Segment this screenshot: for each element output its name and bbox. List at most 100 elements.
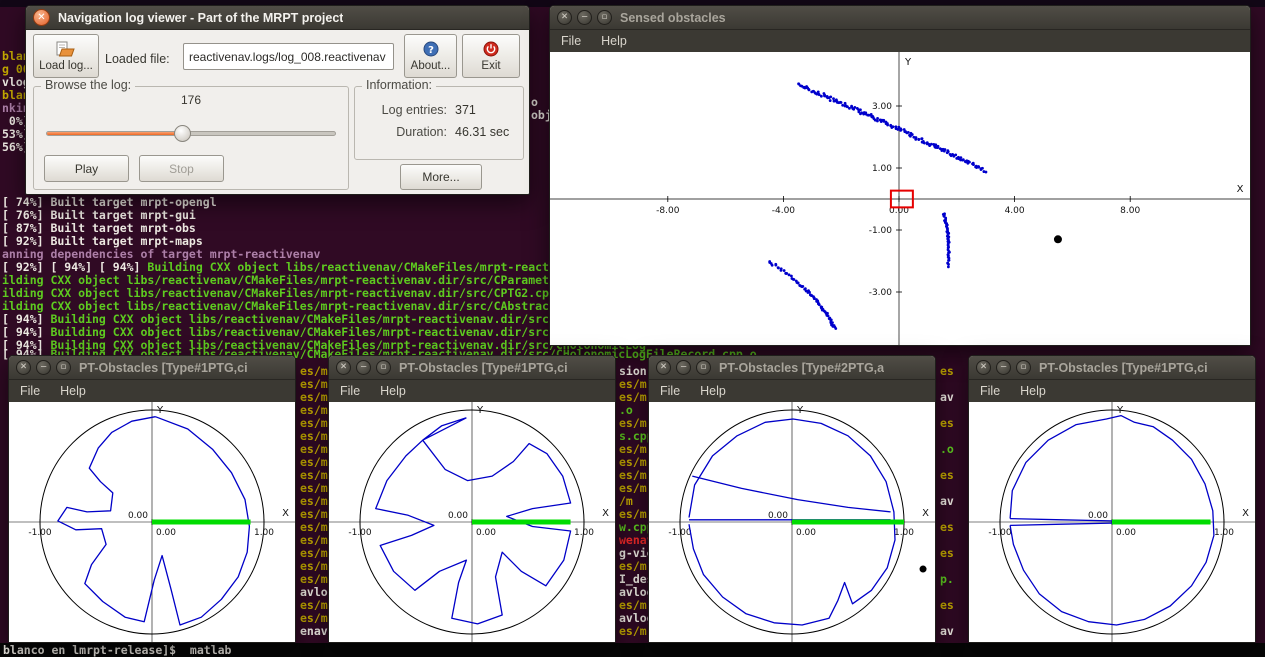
svg-text:Y: Y [156, 405, 164, 416]
svg-text:1.00: 1.00 [254, 528, 274, 538]
svg-text:?: ? [428, 45, 434, 56]
pt3-window-title: PT-Obstacles [Type#2PTG,a [719, 361, 884, 375]
menu-file[interactable]: File [561, 34, 581, 48]
nav-window-title: Navigation log viewer - Part of the MRPT… [58, 11, 343, 25]
svg-text:-8.00: -8.00 [656, 206, 680, 216]
browse-log-group: Browse the log: 176 Play Stop [33, 86, 349, 190]
pt3-menubar: File Help [649, 380, 935, 402]
pt-obstacles-window-1: ✕ − ▫ PT-Obstacles [Type#1PTG,ci File He… [8, 355, 296, 643]
maximize-icon[interactable]: ▫ [696, 360, 711, 375]
minimize-icon[interactable]: − [36, 360, 51, 375]
menu-help[interactable]: Help [60, 384, 86, 398]
pt1-window-title: PT-Obstacles [Type#1PTG,ci [79, 361, 248, 375]
information-group-label: Information: [362, 78, 436, 92]
more-button[interactable]: More... [400, 164, 482, 190]
pt4-menubar: File Help [969, 380, 1255, 402]
sensed-plot-canvas[interactable]: -8.00-4.000.004.008.003.001.00-1.00-3.00… [550, 52, 1250, 345]
close-icon[interactable]: ✕ [16, 360, 31, 375]
play-button[interactable]: Play [44, 155, 129, 182]
pt-obstacles-window-2: ✕ − ▫ PT-Obstacles [Type#1PTG,ci File He… [328, 355, 616, 643]
svg-text:4.00: 4.00 [1005, 206, 1025, 216]
svg-text:1.00: 1.00 [1214, 528, 1234, 538]
svg-text:8.00: 8.00 [1120, 206, 1140, 216]
menu-file[interactable]: File [660, 384, 680, 398]
svg-text:X: X [922, 508, 929, 519]
svg-text:X: X [282, 508, 289, 519]
minimize-icon[interactable]: − [676, 360, 691, 375]
svg-text:1.00: 1.00 [872, 164, 892, 174]
pt1-menubar: File Help [9, 380, 295, 402]
loaded-file-input[interactable] [183, 43, 394, 70]
information-group: Information: Log entries: 371 Duration: … [354, 86, 524, 160]
stop-button[interactable]: Stop [139, 155, 224, 182]
menu-help[interactable]: Help [700, 384, 726, 398]
pt1-titlebar[interactable]: ✕ − ▫ PT-Obstacles [Type#1PTG,ci [9, 356, 295, 380]
pt-obstacles-window-3: ✕ − ▫ PT-Obstacles [Type#2PTG,a File Hel… [648, 355, 936, 643]
sensed-window-title: Sensed obstacles [620, 11, 726, 25]
pt2-titlebar[interactable]: ✕ − ▫ PT-Obstacles [Type#1PTG,ci [329, 356, 615, 380]
close-icon[interactable]: ✕ [976, 360, 991, 375]
pt4-window-title: PT-Obstacles [Type#1PTG,ci [1039, 361, 1208, 375]
log-entries-label: Log entries: [361, 103, 447, 117]
load-log-label: Load log... [39, 60, 93, 72]
nav-titlebar[interactable]: ✕ Navigation log viewer - Part of the MR… [26, 6, 529, 30]
close-icon[interactable]: ✕ [557, 10, 572, 25]
sensed-obstacles-window: ✕ − ▫ Sensed obstacles File Help -8.00-4… [549, 5, 1251, 346]
close-icon[interactable]: ✕ [336, 360, 351, 375]
menu-help[interactable]: Help [601, 34, 627, 48]
svg-text:1.00: 1.00 [574, 528, 594, 538]
minimize-icon[interactable]: − [577, 10, 592, 25]
sensed-menubar: File Help [550, 30, 1250, 52]
more-label: More... [422, 170, 459, 184]
pt1-plot-canvas[interactable]: -1.000.001.000.00XY [9, 402, 295, 642]
pt4-titlebar[interactable]: ✕ − ▫ PT-Obstacles [Type#1PTG,ci [969, 356, 1255, 380]
log-slider-handle[interactable] [174, 125, 191, 142]
pt3-plot-canvas[interactable]: -1.000.001.000.00XY [649, 402, 935, 642]
maximize-icon[interactable]: ▫ [376, 360, 391, 375]
svg-text:-1.00: -1.00 [348, 528, 372, 538]
close-icon[interactable]: ✕ [656, 360, 671, 375]
menu-file[interactable]: File [980, 384, 1000, 398]
pt4-plot-canvas[interactable]: -1.000.001.000.00XY [969, 402, 1255, 642]
pt3-titlebar[interactable]: ✕ − ▫ PT-Obstacles [Type#2PTG,a [649, 356, 935, 380]
duration-label: Duration: [361, 125, 447, 139]
svg-text:-1.00: -1.00 [28, 528, 52, 538]
pt-obstacles-window-4: ✕ − ▫ PT-Obstacles [Type#1PTG,ci File He… [968, 355, 1256, 643]
menu-file[interactable]: File [20, 384, 40, 398]
maximize-icon[interactable]: ▫ [56, 360, 71, 375]
minimize-icon[interactable]: − [996, 360, 1011, 375]
svg-text:Y: Y [1116, 405, 1124, 416]
pt2-plot-canvas[interactable]: -1.000.001.000.00XY [329, 402, 615, 642]
svg-text:Y: Y [796, 405, 804, 416]
exit-button[interactable]: Exit [462, 34, 520, 78]
help-icon: ? [423, 41, 439, 57]
menu-help[interactable]: Help [1020, 384, 1046, 398]
loaded-file-label: Loaded file: [105, 52, 170, 66]
about-button[interactable]: ? About... [404, 34, 457, 78]
sensed-titlebar[interactable]: ✕ − ▫ Sensed obstacles [550, 6, 1250, 30]
svg-text:0.00: 0.00 [476, 528, 496, 538]
stop-label: Stop [169, 162, 194, 176]
load-log-button[interactable]: Load log... [33, 34, 99, 78]
svg-text:1.00: 1.00 [894, 528, 914, 538]
svg-text:-1.00: -1.00 [988, 528, 1012, 538]
duration-value: 46.31 sec [455, 125, 509, 139]
pt2-menubar: File Help [329, 380, 615, 402]
menu-file[interactable]: File [340, 384, 360, 398]
maximize-icon[interactable]: ▫ [1016, 360, 1031, 375]
log-entries-value: 371 [455, 103, 476, 117]
svg-text:X: X [1237, 184, 1244, 195]
log-index-value: 176 [34, 93, 348, 107]
svg-text:-3.00: -3.00 [869, 288, 893, 298]
close-icon[interactable]: ✕ [33, 9, 50, 26]
about-label: About... [411, 60, 451, 72]
pt2-window-title: PT-Obstacles [Type#1PTG,ci [399, 361, 568, 375]
maximize-icon[interactable]: ▫ [597, 10, 612, 25]
svg-text:0.00: 0.00 [796, 528, 816, 538]
svg-text:3.00: 3.00 [872, 102, 892, 112]
menu-help[interactable]: Help [380, 384, 406, 398]
svg-text:X: X [1242, 508, 1249, 519]
log-slider[interactable] [46, 131, 336, 136]
minimize-icon[interactable]: − [356, 360, 371, 375]
power-icon [483, 41, 499, 57]
